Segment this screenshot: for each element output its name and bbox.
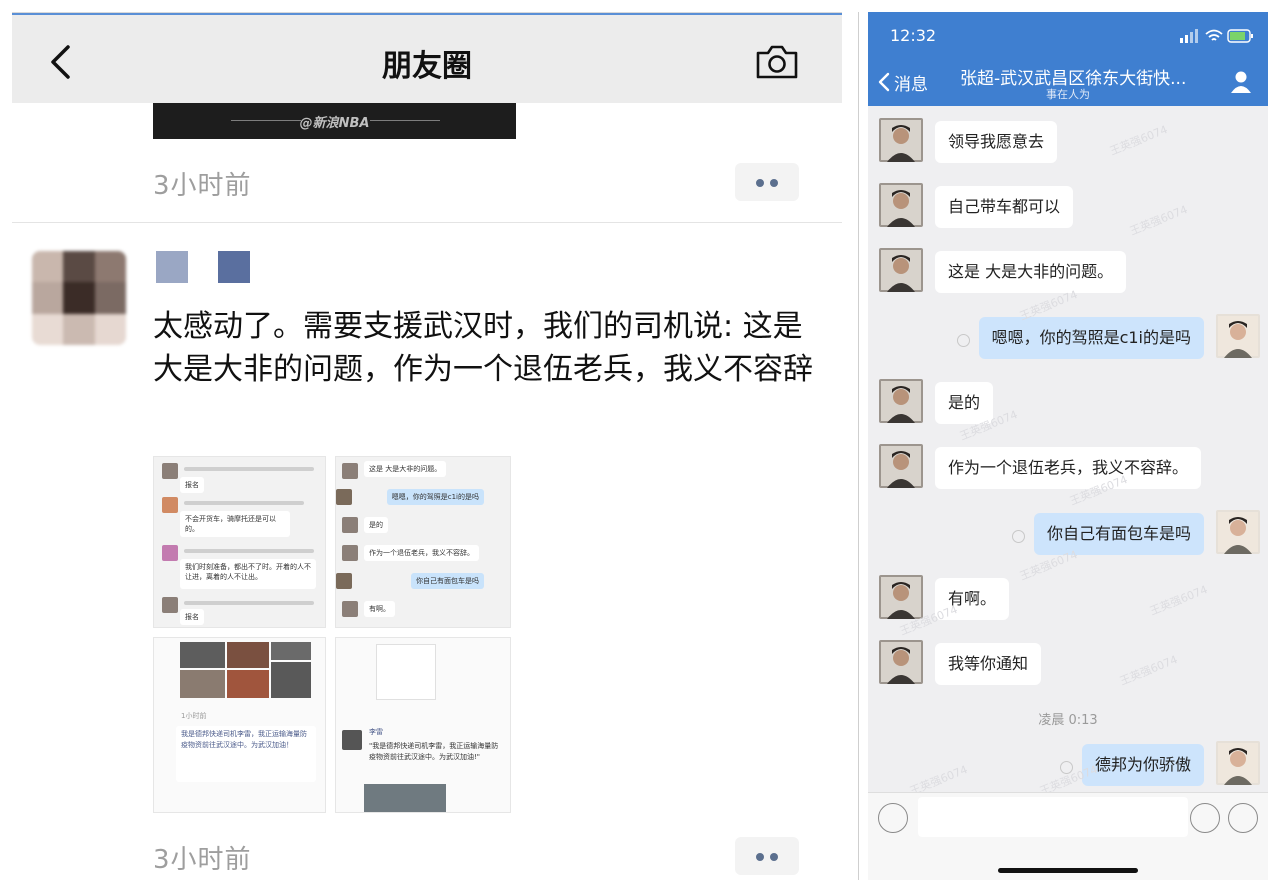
person-icon[interactable] xyxy=(1230,70,1252,94)
signal-wifi-battery-icon xyxy=(1180,29,1253,43)
message-input[interactable] xyxy=(918,797,1188,837)
thumb-text: 我是德邦快递司机李雷，我正运输海量防疫物资前往武汉途中。为武汉加油！ xyxy=(176,726,316,782)
thumb-text: 这是 大是大非的问题。 xyxy=(364,461,447,477)
thumb-text: 我们时刻准备，都出不了时。开着的人不让进，离着的人不让出。 xyxy=(180,559,316,589)
post-text: 太感动了。需要支援武汉时，我们的司机说: 这是大是大非的问题，作为一个退伍老兵，… xyxy=(153,309,813,387)
read-receipt-icon xyxy=(1012,530,1025,543)
home-indicator[interactable] xyxy=(998,868,1138,873)
outgoing-message[interactable]: 嗯嗯，你的驾照是c1i的是吗 xyxy=(978,317,1204,359)
my-avatar[interactable] xyxy=(1216,510,1260,554)
my-avatar[interactable] xyxy=(1216,741,1260,785)
thumb-text: "我是德邦快递司机李雷，我正运输海量防疫物资前往武汉途中。为武汉加油!" xyxy=(369,742,499,761)
input-bar xyxy=(868,792,1268,880)
thumb-text: 作为一个退伍老兵，我义不容辞。 xyxy=(364,545,479,561)
message-row: 领导我愿意去 xyxy=(868,118,1268,166)
message-row: 嗯嗯，你的驾照是c1i的是吗 xyxy=(868,314,1268,362)
contact-avatar[interactable] xyxy=(879,640,923,684)
post-image-2[interactable]: 这是 大是大非的问题。 嗯嗯，你的驾照是c1i的是吗 是的 作为一个退伍老兵，我… xyxy=(335,456,511,628)
name-block xyxy=(218,251,250,283)
thumb-text: 不会开货车，骑摩托还是可以的。 xyxy=(180,511,290,537)
page-title: 朋友圈 xyxy=(382,49,472,84)
thumb-text: 是的 xyxy=(364,517,388,533)
post-image-4[interactable]: 李雷 "我是德邦快递司机李雷，我正运输海量防疫物资前往武汉途中。为武汉加油!" xyxy=(335,637,511,813)
avatar[interactable] xyxy=(32,251,126,345)
chat-subtitle: 事在人为 xyxy=(1046,88,1090,101)
back-button[interactable]: 消息 xyxy=(878,68,928,96)
incoming-message[interactable]: 我等你通知 xyxy=(935,643,1042,685)
read-receipt-icon xyxy=(957,334,970,347)
camera-icon[interactable] xyxy=(754,41,800,81)
thumb-text: 1小时前 xyxy=(181,712,207,720)
message-row: 我等你通知 xyxy=(868,640,1268,688)
outgoing-message[interactable]: 德邦为你骄傲 xyxy=(1081,744,1204,786)
post-time: 3小时前 xyxy=(153,171,252,201)
avatar-photo-icon xyxy=(879,575,923,619)
post-image-3[interactable]: 1小时前 我是德邦快递司机李雷，我正运输海量防疫物资前往武汉途中。为武汉加油！ xyxy=(153,637,326,813)
status-time: 12:32 xyxy=(890,26,937,45)
contact-avatar[interactable] xyxy=(879,444,923,488)
voice-icon[interactable] xyxy=(878,803,908,833)
thumb-text: 有啊。 xyxy=(364,601,395,617)
image-watermark: @新浪NBA xyxy=(299,116,370,131)
chat-navbar: 消息 张超-武汉武昌区徐东大街快... 事在人为 xyxy=(868,58,1268,106)
panel-divider xyxy=(858,12,859,880)
avatar-photo-icon xyxy=(879,444,923,488)
incoming-message[interactable]: 自己带车都可以 xyxy=(935,186,1074,228)
outgoing-message[interactable]: 你自己有面包车是吗 xyxy=(1033,513,1204,555)
moments-panel: 朋友圈 @新浪NBA 3小时前 太感动了。需要支援武汉时，我们的司机说: 这是大… xyxy=(12,12,842,888)
my-avatar[interactable] xyxy=(1216,314,1260,358)
incoming-message[interactable]: 领导我愿意去 xyxy=(935,121,1058,163)
thumb-text: 嗯嗯，你的驾照是c1i的是吗 xyxy=(386,489,484,505)
avatar-photo-icon xyxy=(879,640,923,684)
comment-more-button[interactable] xyxy=(735,837,799,875)
previous-post-image[interactable]: @新浪NBA xyxy=(153,103,516,139)
contact-avatar[interactable] xyxy=(879,248,923,292)
chevron-left-icon xyxy=(878,72,890,92)
thumb-text: 你自己有面包车是吗 xyxy=(411,573,484,589)
message-row: 自己带车都可以 xyxy=(868,183,1268,231)
message-row: 作为一个退伍老兵，我义不容辞。 xyxy=(868,444,1268,492)
status-bar: 12:32 xyxy=(868,12,1268,58)
chat-panel: 12:32 消息 张超-武汉武昌区徐东大街快... 事在人为 领导我愿意去 自己带… xyxy=(868,12,1268,880)
comment-more-button[interactable] xyxy=(735,163,799,201)
thumb-text: 报名 xyxy=(180,477,204,493)
incoming-message[interactable]: 这是 大是大非的问题。 xyxy=(935,251,1127,293)
emoji-icon[interactable] xyxy=(1190,803,1220,833)
moments-header: 朋友圈 xyxy=(12,13,842,103)
watermark-line-right xyxy=(370,120,440,121)
avatar-photo-icon xyxy=(879,248,923,292)
contact-avatar[interactable] xyxy=(879,575,923,619)
message-timestamp: 凌晨 0:13 xyxy=(1038,713,1098,728)
thumb-text: 报名 xyxy=(180,609,204,625)
avatar-photo-icon xyxy=(879,118,923,162)
avatar-photo-icon xyxy=(879,379,923,423)
contact-avatar[interactable] xyxy=(879,183,923,227)
post-divider xyxy=(12,222,842,223)
post-time: 3小时前 xyxy=(153,845,252,875)
post-image-1[interactable]: 报名 不会开货车，骑摩托还是可以的。 我们时刻准备，都出不了时。开着的人不让进，… xyxy=(153,456,326,628)
back-label: 消息 xyxy=(894,74,928,95)
incoming-message[interactable]: 作为一个退伍老兵，我义不容辞。 xyxy=(935,447,1202,489)
avatar-photo-icon xyxy=(1216,314,1260,358)
poster-name[interactable] xyxy=(156,251,256,283)
contact-avatar[interactable] xyxy=(879,118,923,162)
contact-avatar[interactable] xyxy=(879,379,923,423)
screenshot-root: 朋友圈 @新浪NBA 3小时前 太感动了。需要支援武汉时，我们的司机说: 这是大… xyxy=(0,0,1280,892)
name-block xyxy=(156,251,188,283)
plus-icon[interactable] xyxy=(1228,803,1258,833)
avatar-photo-icon xyxy=(879,183,923,227)
message-row: 是的 xyxy=(868,379,1268,427)
avatar-photo-icon xyxy=(1216,510,1260,554)
avatar-photo-icon xyxy=(1216,741,1260,785)
